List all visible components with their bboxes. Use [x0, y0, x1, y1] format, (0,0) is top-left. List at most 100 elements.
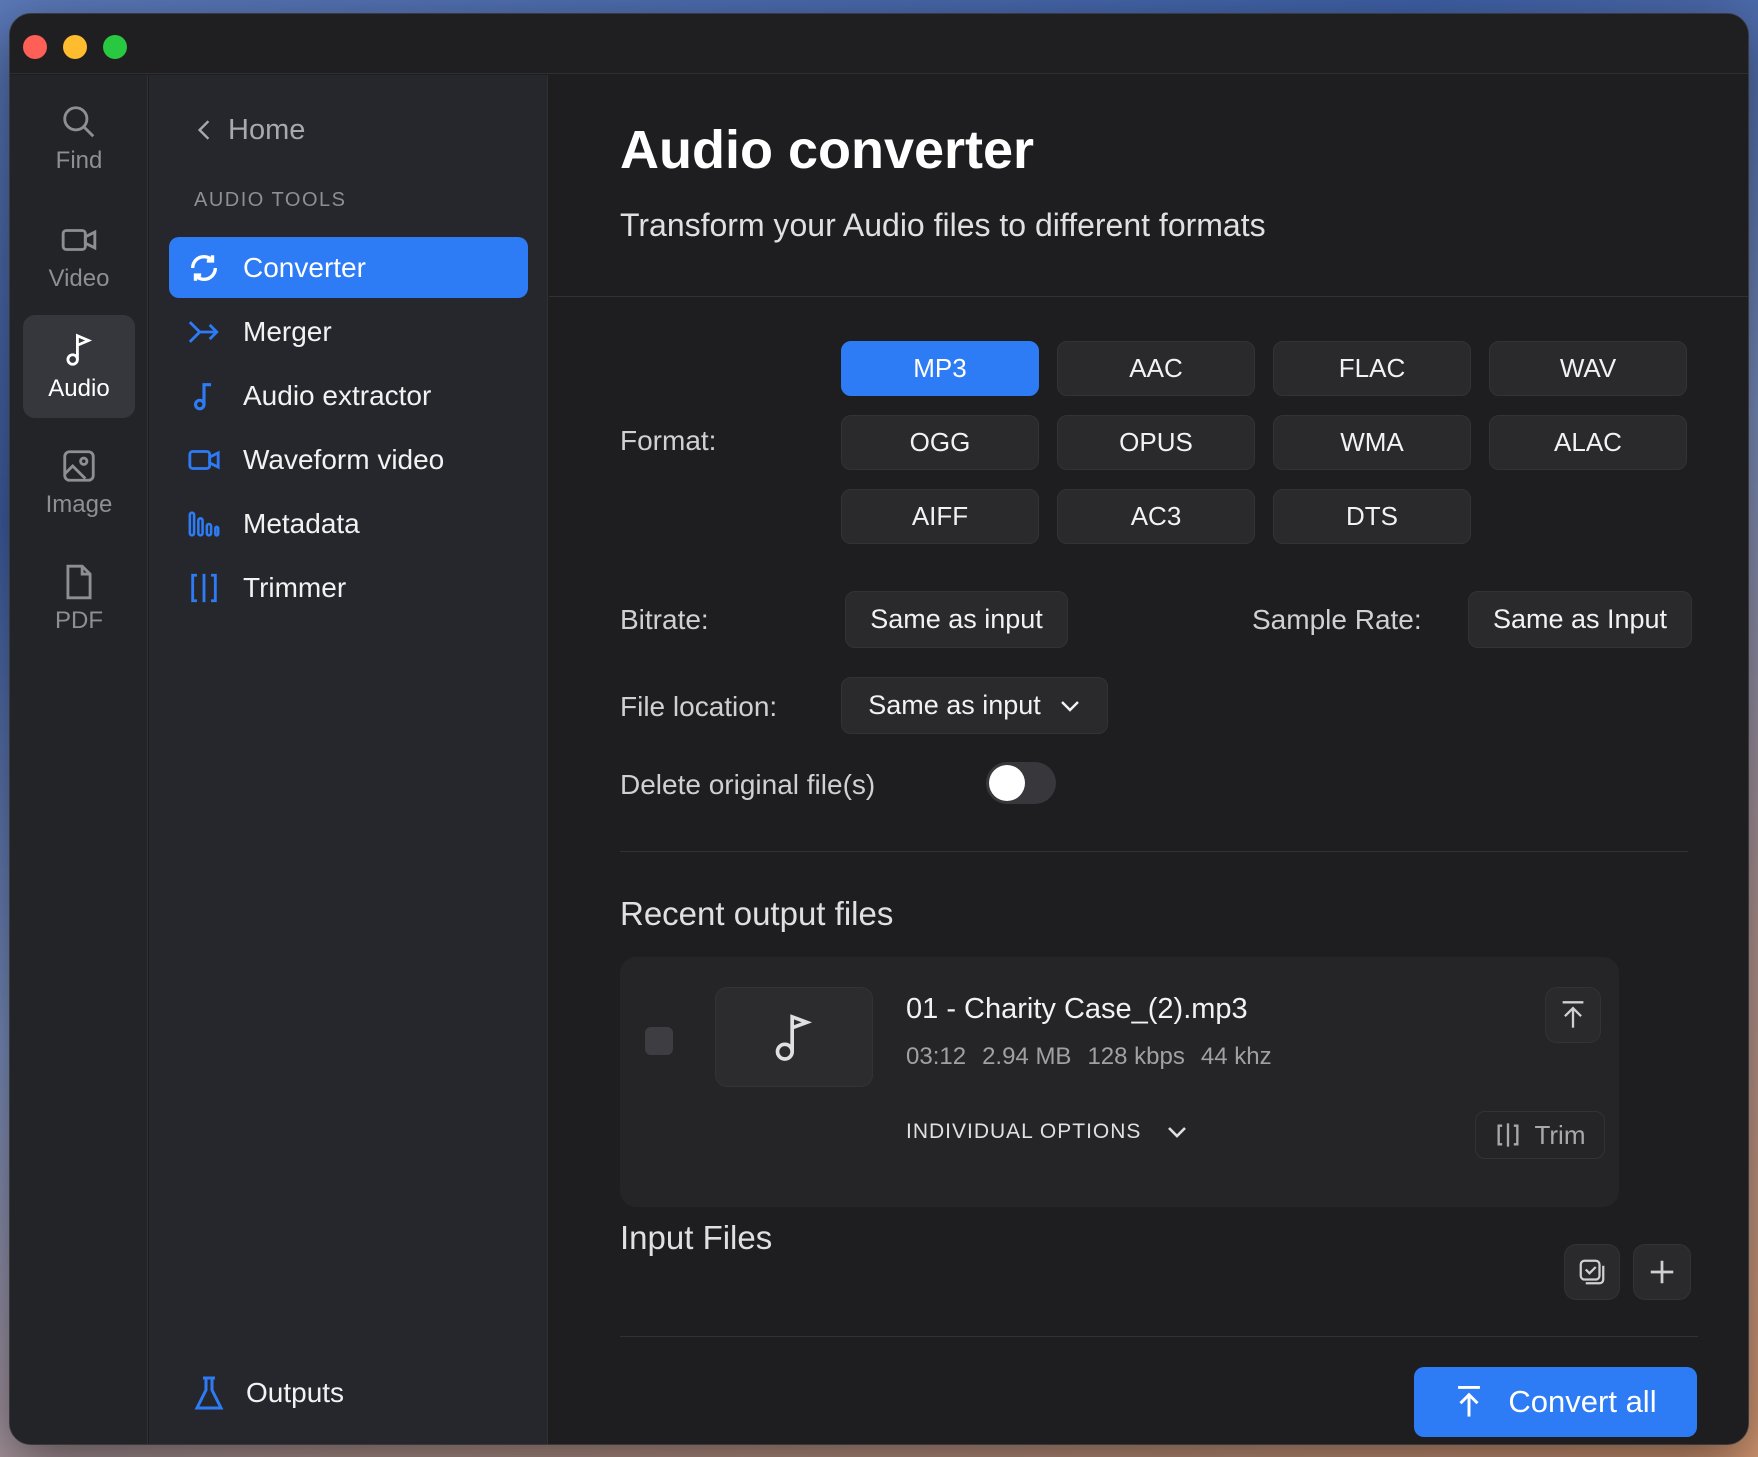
music-note-icon	[775, 1014, 813, 1061]
reveal-file-button[interactable]	[1545, 987, 1601, 1043]
rail-item-pdf[interactable]: PDF	[23, 547, 135, 650]
sidebar-item-metadata[interactable]: Metadata	[169, 493, 528, 554]
file-checkbox[interactable]	[645, 1027, 673, 1055]
format-button-wav[interactable]: WAV	[1489, 341, 1687, 396]
page-subtitle: Transform your Audio files to different …	[620, 207, 1266, 243]
music-note-icon	[193, 382, 212, 410]
format-button-ogg[interactable]: OGG	[841, 415, 1039, 470]
rail-item-label: Find	[55, 146, 103, 174]
copy-check-icon	[1579, 1259, 1605, 1285]
upload-icon	[1458, 1385, 1481, 1417]
trim-label: Trim	[1534, 1119, 1586, 1150]
tool-sidebar: Home AUDIO TOOLS Converter Merger Audio …	[149, 75, 548, 1444]
recent-output-title: Recent output files	[620, 895, 894, 932]
format-button-alac[interactable]: ALAC	[1489, 415, 1687, 470]
bars-icon	[188, 510, 220, 537]
page-title: Audio converter	[620, 120, 1035, 180]
title-bar	[10, 14, 1748, 74]
sidebar-item-converter[interactable]: Converter	[169, 237, 528, 298]
sidebar-item-audio-extractor[interactable]: Audio extractor	[169, 365, 528, 426]
file-duration: 03:12	[906, 1043, 967, 1070]
file-location-label: File location:	[620, 691, 778, 722]
rail-item-video[interactable]: Video	[23, 205, 135, 308]
search-icon	[63, 105, 95, 137]
sidebar-item-merger[interactable]: Merger	[169, 301, 528, 362]
format-button-opus[interactable]: OPUS	[1057, 415, 1255, 470]
sidebar-item-waveform-video[interactable]: Waveform video	[169, 429, 528, 490]
refresh-icon	[190, 254, 218, 281]
file-name: 01 - Charity Case_(2).mp3	[906, 993, 1248, 1025]
format-label: Format:	[620, 425, 717, 456]
sample-rate-select[interactable]: Same as Input	[1468, 591, 1692, 648]
image-icon	[63, 449, 95, 482]
sidebar-item-label: Audio extractor	[243, 379, 432, 411]
flask-icon	[194, 1376, 224, 1410]
back-home-link[interactable]: Home	[194, 110, 305, 150]
format-button-aac[interactable]: AAC	[1057, 341, 1255, 396]
section-label: AUDIO TOOLS	[194, 189, 347, 211]
back-label: Home	[228, 113, 306, 146]
convert-all-button[interactable]: Convert all	[1414, 1367, 1697, 1437]
format-button-ac3[interactable]: AC3	[1057, 489, 1255, 544]
outputs-label: Outputs	[246, 1377, 345, 1408]
sidebar-item-label: Metadata	[243, 507, 360, 539]
format-button-aiff[interactable]: AIFF	[841, 489, 1039, 544]
file-thumbnail	[715, 987, 873, 1087]
rail-item-image[interactable]: Image	[23, 431, 135, 534]
minimize-window-button[interactable]	[63, 35, 87, 59]
upload-icon	[1562, 1001, 1584, 1028]
toggle-knob	[989, 765, 1025, 801]
add-files-button[interactable]	[1633, 1244, 1691, 1300]
file-sample-rate: 44 khz	[1200, 1043, 1272, 1070]
rail-item-audio[interactable]: Audio	[23, 315, 135, 418]
format-button-dts[interactable]: DTS	[1273, 489, 1471, 544]
input-files-title: Input Files	[620, 1219, 773, 1256]
bitrate-select[interactable]: Same as input	[845, 591, 1068, 648]
rail-item-label: Image	[45, 490, 113, 518]
convert-all-label: Convert all	[1508, 1384, 1657, 1419]
rail-item-find[interactable]: Find	[23, 87, 135, 190]
sidebar-item-label: Converter	[243, 251, 366, 283]
individual-options-label: INDIVIDUAL OPTIONS	[906, 1120, 1142, 1143]
plus-icon	[1650, 1260, 1674, 1284]
merge-icon	[188, 320, 219, 343]
recent-file-card: 01 - Charity Case_(2).mp3 03:12 2.94 MB …	[620, 957, 1619, 1207]
file-meta: 03:12 2.94 MB 128 kbps 44 khz	[906, 1043, 1272, 1071]
individual-options-toggle[interactable]: INDIVIDUAL OPTIONS	[906, 1120, 1187, 1144]
bitrate-label: Bitrate:	[620, 604, 709, 635]
chevron-down-icon	[1168, 1127, 1187, 1138]
document-icon	[66, 564, 92, 599]
video-icon	[188, 449, 220, 470]
close-window-button[interactable]	[23, 35, 47, 59]
trim-icon	[191, 573, 217, 602]
rail-item-label: Video	[48, 264, 110, 292]
chevron-down-icon	[1060, 700, 1079, 712]
app-window: Find Video Audio Image PDF Home AUDIO TO…	[9, 13, 1749, 1445]
zoom-window-button[interactable]	[103, 35, 127, 59]
sidebar-item-label: Waveform video	[243, 443, 445, 475]
sidebar-item-outputs[interactable]: Outputs	[194, 1375, 344, 1411]
trim-button[interactable]: Trim	[1475, 1111, 1605, 1159]
file-size: 2.94 MB	[982, 1043, 1072, 1070]
category-rail: Find Video Audio Image PDF	[10, 75, 148, 1444]
chevron-left-icon	[197, 120, 210, 140]
rail-item-label: Audio	[48, 374, 110, 402]
settings-divider	[620, 851, 1688, 852]
music-note-icon	[66, 333, 93, 366]
footer-divider	[620, 1336, 1698, 1337]
format-button-wma[interactable]: WMA	[1273, 415, 1471, 470]
format-button-flac[interactable]: FLAC	[1273, 341, 1471, 396]
file-bitrate: 128 kbps	[1087, 1043, 1185, 1070]
sample-rate-label: Sample Rate:	[1252, 604, 1422, 635]
rail-item-label: PDF	[55, 606, 103, 634]
delete-original-toggle[interactable]	[986, 762, 1056, 804]
format-button-mp3[interactable]: MP3	[841, 341, 1039, 396]
main-panel: Audio converter Transform your Audio fil…	[549, 75, 1748, 1444]
header-divider	[549, 296, 1748, 297]
file-location-dropdown[interactable]: Same as input	[841, 677, 1108, 734]
sidebar-item-label: Merger	[243, 315, 332, 347]
video-icon	[61, 228, 97, 251]
sidebar-item-label: Trimmer	[243, 571, 347, 603]
select-all-button[interactable]	[1564, 1244, 1620, 1300]
sidebar-item-trimmer[interactable]: Trimmer	[169, 557, 528, 618]
